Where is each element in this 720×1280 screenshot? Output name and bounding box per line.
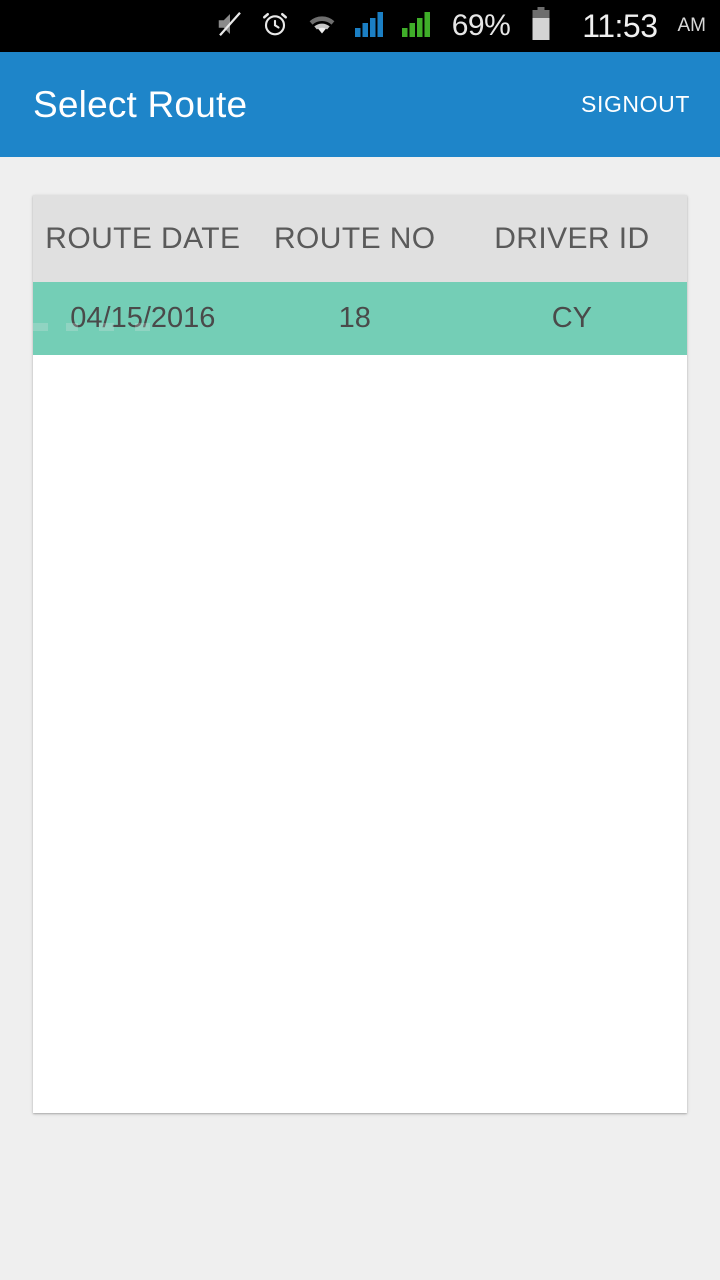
background-artifact [33,323,183,331]
clock-ampm: AM [677,15,707,36]
column-header-driver-id: DRIVER ID [494,221,650,255]
content-area: ROUTE DATE ROUTE NO DRIVER ID 04/15/2016… [0,157,720,1280]
status-bar-icons: 69% 11:53 AM [215,6,707,46]
alarm-clock-icon [260,9,290,44]
cell-driver-id: CY [551,302,593,334]
signal-sim1-icon [354,10,386,43]
signal-sim2-icon [401,10,433,43]
battery-percent-label: 69% [451,9,511,42]
status-bar: 69% 11:53 AM [0,0,720,52]
battery-icon [531,6,551,46]
cell-route-no: 18 [338,302,371,334]
column-header-route-no: ROUTE NO [273,221,436,255]
table-row[interactable]: 04/15/2016 18 CY [33,282,687,355]
table-empty-area [33,355,687,1113]
signout-button[interactable]: SIGNOUT [581,91,690,118]
table-header-row: ROUTE DATE ROUTE NO DRIVER ID [33,195,687,282]
mute-icon [215,9,245,44]
page-title: Select Route [33,83,248,125]
clock-time: 11:53 [582,7,658,44]
app-bar: Select Route SIGNOUT [0,52,720,157]
route-table-card: ROUTE DATE ROUTE NO DRIVER ID 04/15/2016… [33,195,687,1113]
wifi-icon [305,11,339,42]
column-header-route-date: ROUTE DATE [45,221,241,255]
